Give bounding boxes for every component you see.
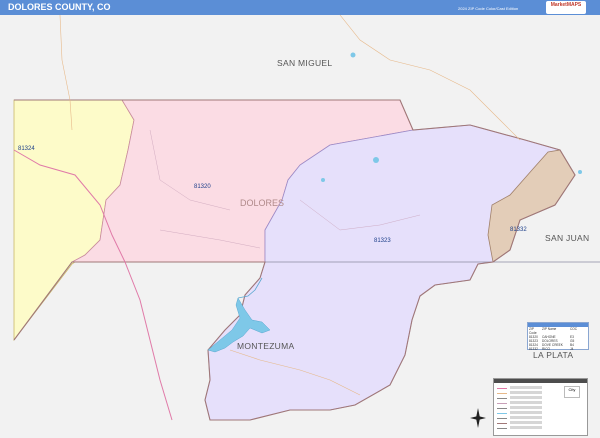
key-row bbox=[497, 391, 543, 395]
key-row bbox=[497, 406, 543, 410]
key-row bbox=[497, 416, 543, 420]
lake bbox=[321, 178, 325, 182]
lake bbox=[578, 170, 582, 174]
legend-col-name: ZIP Name bbox=[542, 327, 557, 331]
lake bbox=[350, 52, 356, 58]
legend-col-zip: ZIP Code bbox=[529, 327, 537, 335]
key-row bbox=[497, 421, 543, 425]
key-row bbox=[497, 386, 543, 390]
map-key-box: City bbox=[493, 378, 588, 436]
zip-label-81332: 81332 bbox=[510, 227, 527, 233]
zip-label-81323: 81323 bbox=[374, 238, 391, 244]
legend-col-coc: COC bbox=[570, 327, 578, 331]
title-bar: DOLORES COUNTY, CO 2024 ZIP Code Color/C… bbox=[0, 0, 600, 15]
legend-column-headers: ZIP Code ZIP Name COC bbox=[528, 327, 588, 335]
county-label-san-juan: SAN JUAN bbox=[545, 233, 589, 243]
county-map: SAN MIGUEL DOLORES SAN JUAN MONTEZUMA LA… bbox=[0, 15, 600, 438]
county-label-montezuma: MONTEZUMA bbox=[237, 341, 295, 351]
logo-text: MarketMAPS bbox=[550, 2, 582, 8]
county-label-la-plata: LA PLATA bbox=[533, 350, 573, 360]
map-frame: DOLORES COUNTY, CO 2024 ZIP Code Color/C… bbox=[0, 0, 600, 438]
legend-row: 81332 RICO J4 bbox=[528, 347, 588, 351]
key-city-sample: City bbox=[564, 386, 580, 398]
zip-label-81324: 81324 bbox=[18, 146, 35, 152]
zip-label-81320: 81320 bbox=[194, 184, 211, 190]
key-row bbox=[497, 411, 543, 415]
county-label-dolores: DOLORES bbox=[240, 198, 284, 208]
edition-text: 2024 ZIP Code Color/Cast Edition bbox=[458, 6, 519, 11]
legend-zip: 81332 bbox=[529, 347, 538, 351]
key-row bbox=[497, 396, 543, 400]
compass-rose-icon bbox=[470, 408, 486, 428]
key-header-bar bbox=[494, 379, 587, 383]
key-row bbox=[497, 401, 543, 405]
map-title: DOLORES COUNTY, CO bbox=[8, 2, 111, 12]
zip-legend-table: ZIP Code ZIP Name COC 81320 CAHONE E3 81… bbox=[527, 322, 589, 351]
key-row bbox=[497, 426, 543, 430]
legend-name: RICO bbox=[542, 347, 550, 351]
legend-coc: J4 bbox=[570, 347, 574, 351]
lake bbox=[373, 157, 379, 163]
county-label-san-miguel: SAN MIGUEL bbox=[277, 58, 332, 68]
publisher-logo: MarketMAPS bbox=[546, 1, 586, 14]
